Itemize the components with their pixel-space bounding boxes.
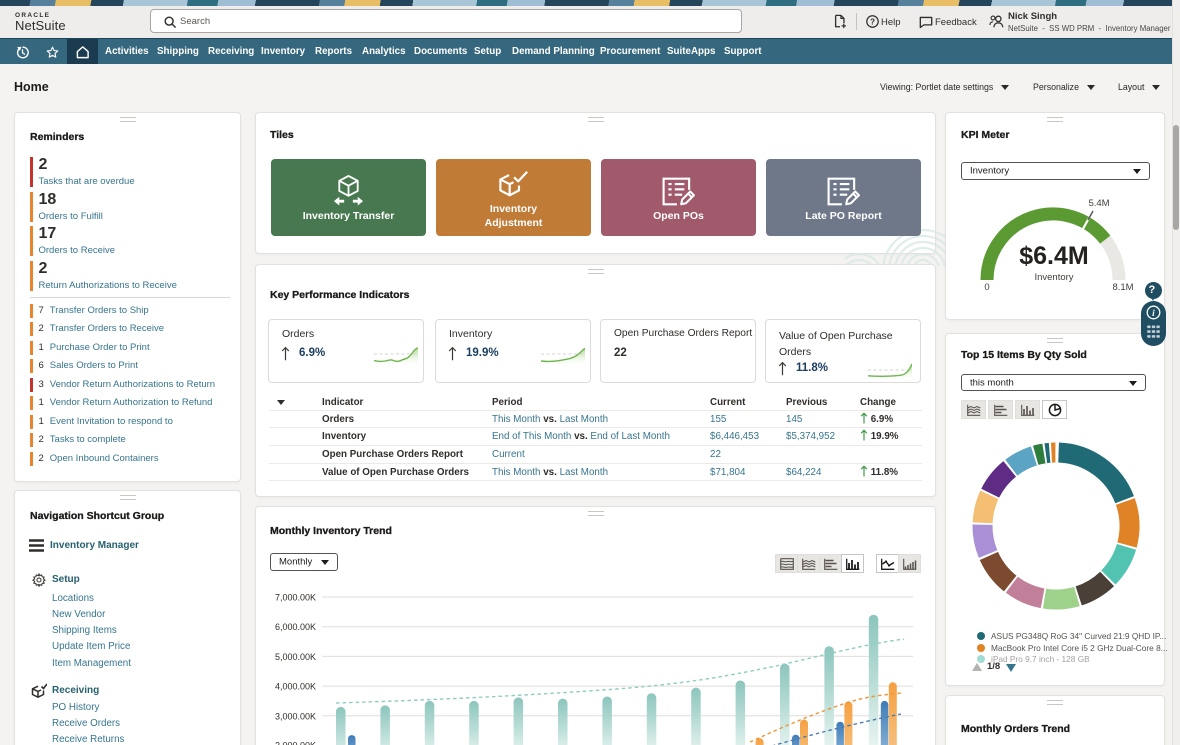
svg-text:3,000.00K: 3,000.00K bbox=[275, 711, 316, 721]
svg-text:2,000.00K: 2,000.00K bbox=[275, 741, 316, 745]
svg-text:Inventory: Inventory bbox=[1034, 272, 1073, 283]
svg-text:5.4M: 5.4M bbox=[1088, 198, 1109, 209]
svg-text:4,000.00K: 4,000.00K bbox=[275, 682, 316, 692]
svg-text:$6.4M: $6.4M bbox=[1019, 242, 1088, 270]
svg-text:i: i bbox=[1152, 309, 1155, 319]
svg-text:6,000.00K: 6,000.00K bbox=[275, 622, 316, 632]
svg-text:8.1M: 8.1M bbox=[1112, 282, 1133, 293]
svg-text:7,000.00K: 7,000.00K bbox=[275, 593, 316, 603]
svg-text:5,000.00K: 5,000.00K bbox=[275, 652, 316, 662]
svg-text:?: ? bbox=[870, 18, 875, 27]
svg-text:0: 0 bbox=[984, 282, 989, 293]
